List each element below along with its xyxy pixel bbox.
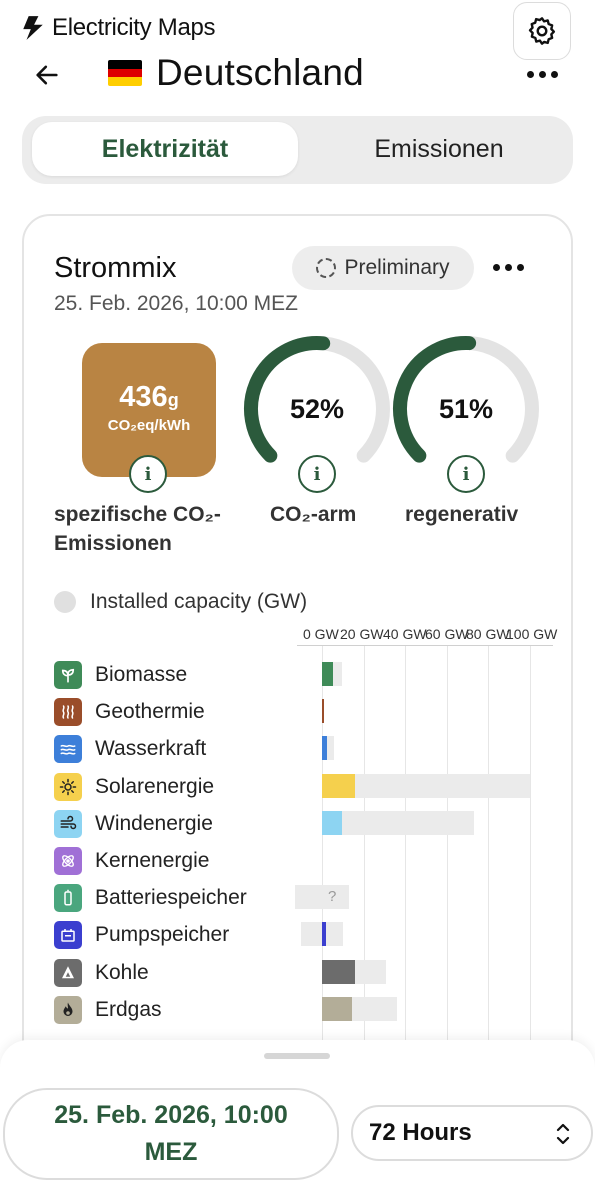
card-date: 25. Feb. 2026, 10:00 MEZ	[54, 292, 298, 315]
unknown-value-marker: ?	[328, 888, 337, 906]
more-dots-icon	[526, 70, 534, 78]
legend-dot-icon	[54, 591, 76, 613]
time-range-value: 72 Hours	[369, 1119, 472, 1146]
card-title: Strommix	[54, 252, 177, 284]
zone-title: Deutschland	[156, 52, 364, 93]
axis-tick-label: 100 GW	[506, 626, 558, 642]
low-carbon-label: CO₂-arm	[270, 503, 357, 526]
axis-tick-label: 20 GW	[340, 626, 384, 642]
datetime-button[interactable]: 25. Feb. 2026, 10:00 MEZ	[3, 1088, 339, 1180]
time-range-select[interactable]: 72 Hours	[351, 1105, 593, 1161]
source-label: Batteriespeicher	[95, 886, 247, 910]
low-carbon-value: 52%	[289, 394, 345, 424]
grid-line	[488, 646, 490, 1040]
source-label: Kohle	[95, 960, 149, 984]
grid-line	[446, 646, 448, 1040]
source-row-kernenergie[interactable]: Kernenergie	[54, 846, 209, 876]
grid-line	[530, 646, 531, 1040]
pump-icon	[54, 921, 82, 950]
capacity-bar	[322, 810, 474, 835]
back-button[interactable]	[30, 58, 64, 92]
preliminary-label: Preliminary	[344, 256, 450, 279]
production-bar	[322, 773, 356, 798]
renewable-label: regenerativ	[405, 503, 519, 526]
production-bar	[322, 736, 327, 761]
dashed-circle-icon	[316, 258, 337, 278]
axis-tick-label: 80 GW	[466, 626, 510, 642]
source-row-solarenergie[interactable]: Solarenergie	[54, 772, 214, 802]
production-bar	[322, 996, 353, 1021]
intensity-label: spezifische CO₂- Emissionen	[54, 503, 221, 555]
zone-more-button[interactable]	[522, 60, 562, 88]
production-bar	[322, 662, 334, 686]
source-label: Wasserkraft	[95, 737, 207, 761]
source-row-windenergie[interactable]: Windenergie	[54, 809, 213, 839]
production-bar	[322, 699, 324, 724]
sun-icon	[54, 772, 82, 801]
intensity-info-icon[interactable]: i	[129, 455, 167, 493]
source-label: Erdgas	[95, 997, 162, 1021]
production-bar	[322, 959, 356, 984]
source-label: Kernenergie	[95, 849, 210, 872]
axis-line	[297, 645, 553, 646]
capacity-legend-toggle[interactable]: Installed capacity (GW)	[54, 590, 307, 614]
tab-emissions[interactable]: Emissionen	[306, 122, 572, 176]
more-dots-icon	[492, 263, 500, 271]
settings-button[interactable]	[513, 2, 571, 60]
axis-tick-label: 60 GW	[425, 626, 469, 642]
water-waves-icon	[54, 735, 82, 764]
source-row-geothermie[interactable]: Geothermie	[54, 697, 205, 727]
legend-label: Installed capacity (GW)	[90, 590, 308, 613]
germany-flag-icon	[108, 60, 142, 86]
grid-line	[405, 646, 407, 1040]
production-bar	[322, 810, 342, 835]
capacity-bar	[294, 885, 350, 910]
source-row-wasserkraft[interactable]: Wasserkraft	[54, 734, 206, 764]
app-name: Electricity Maps	[52, 14, 216, 41]
low-carbon-info-icon[interactable]: i	[298, 455, 336, 493]
source-row-pumpspeicher[interactable]: Pumpspeicher	[54, 920, 229, 950]
renewable-value: 51%	[438, 394, 494, 424]
battery-icon	[54, 884, 82, 913]
production-bar	[322, 922, 327, 947]
coal-icon	[54, 958, 82, 987]
axis-tick-label: 40 GW	[383, 626, 427, 642]
source-label: Solarenergie	[95, 774, 215, 798]
source-row-biomasse[interactable]: Biomasse	[54, 660, 187, 690]
source-row-erdgas[interactable]: Erdgas	[54, 995, 162, 1025]
source-label: Windenergie	[95, 811, 213, 835]
wind-icon	[54, 809, 82, 838]
mode-tabs: Elektrizität Emissionen	[22, 116, 573, 184]
atom-icon	[54, 847, 82, 875]
source-row-batteriespeicher[interactable]: Batteriespeicher	[54, 883, 247, 913]
heat-waves-icon	[54, 698, 82, 727]
sheet-handle[interactable]	[264, 1053, 330, 1059]
gas-flame-icon	[54, 995, 82, 1024]
carbon-intensity-unit: CO₂eq/kWh	[107, 417, 191, 434]
carbon-intensity-value: 436g	[119, 381, 179, 413]
axis-tick-label: 0 GW	[303, 626, 339, 642]
arrow-left-icon	[36, 65, 58, 85]
brand: Electricity Maps	[20, 14, 216, 42]
gear-icon	[528, 17, 556, 45]
chevron-up-down-icon	[556, 1123, 570, 1145]
card-more-button[interactable]	[488, 255, 528, 279]
lightning-logo-icon	[23, 16, 43, 40]
leaf-icon	[54, 661, 82, 689]
tab-electricity[interactable]: Elektrizität	[32, 122, 298, 176]
source-row-kohle[interactable]: Kohle	[54, 958, 149, 988]
source-label: Pumpspeicher	[95, 923, 230, 947]
source-label: Biomasse	[95, 663, 188, 686]
preliminary-badge[interactable]: Preliminary	[292, 246, 474, 290]
renewable-info-icon[interactable]: i	[447, 455, 485, 493]
source-label: Geothermie	[95, 700, 205, 724]
